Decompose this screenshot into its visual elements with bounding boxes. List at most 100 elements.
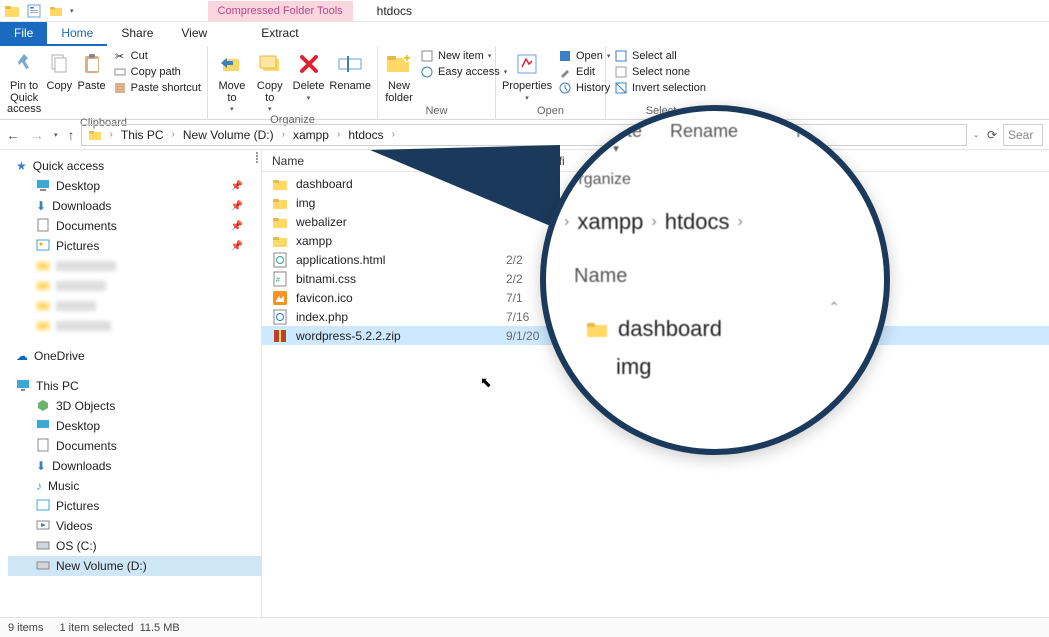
move-to-button[interactable]: Move to▾	[214, 49, 250, 113]
tab-home[interactable]: Home	[47, 22, 107, 46]
open-button[interactable]: Open ▾	[558, 49, 610, 63]
nav-onedrive[interactable]: ☁OneDrive	[8, 346, 261, 366]
star-icon: ★	[16, 159, 27, 173]
properties-button[interactable]: Properties▾	[502, 49, 552, 102]
pictures-icon	[36, 498, 50, 515]
nav-desktop[interactable]: Desktop	[8, 416, 261, 436]
navigation-pane[interactable]: ★ Quick access Desktop📌 ⬇Downloads📌 Docu…	[0, 150, 262, 617]
easy-access-button[interactable]: Easy access ▾	[420, 65, 507, 79]
nav-item-label: OS (C:)	[56, 539, 97, 553]
file-row[interactable]: applications.html2/2	[262, 250, 1049, 269]
file-name: index.php	[296, 310, 506, 324]
tab-view[interactable]: View	[167, 22, 221, 46]
cut-button[interactable]: ✂Cut	[113, 49, 201, 63]
new-folder-qat-icon[interactable]	[48, 3, 64, 19]
new-folder-button[interactable]: New folder	[384, 49, 414, 104]
file-row[interactable]: #bitnami.css2/2	[262, 269, 1049, 288]
file-date: 2/2	[506, 272, 626, 286]
tab-extract[interactable]: Extract	[247, 22, 312, 46]
music-icon: ♪	[36, 479, 42, 493]
nav-quick-access[interactable]: ★ Quick access	[8, 156, 261, 176]
tab-share[interactable]: Share	[107, 22, 167, 46]
breadcrumb-seg-1[interactable]: New Volume (D:)	[181, 128, 276, 142]
select-none-button[interactable]: Select none	[614, 65, 706, 79]
copy-button[interactable]: Copy	[44, 49, 74, 93]
file-date: 7/16	[506, 310, 626, 324]
nav-pinned-pictures[interactable]: Pictures📌	[8, 236, 261, 256]
nav-recent-4[interactable]	[8, 316, 261, 336]
nav-item-label: Videos	[56, 519, 92, 533]
ribbon-group-select: Select all Select none Invert selection …	[606, 46, 716, 119]
easy-access-icon	[420, 65, 434, 79]
paste-shortcut-button[interactable]: Paste shortcut	[113, 81, 201, 95]
file-row[interactable]: index.php7/16	[262, 307, 1049, 326]
nav-pinned-documents[interactable]: Documents📌	[8, 216, 261, 236]
zip-icon	[272, 328, 288, 344]
nav-recent-2[interactable]	[8, 276, 261, 296]
pin-icon	[9, 49, 39, 79]
paste-button[interactable]: Paste	[76, 49, 106, 93]
svg-text:#: #	[276, 277, 280, 284]
contextual-tab-label: Compressed Folder Tools	[208, 1, 353, 21]
title-bar: ▾ Compressed Folder Tools htdocs	[0, 0, 1049, 22]
select-all-label: Select all	[632, 50, 677, 62]
nav-music[interactable]: ♪Music	[8, 476, 261, 496]
nav-pinned-label: Pictures	[56, 239, 99, 253]
properties-qat-icon[interactable]	[26, 3, 42, 19]
nav-recent-1[interactable]	[8, 256, 261, 276]
nav-pinned-desktop[interactable]: Desktop📌	[8, 176, 261, 196]
cut-icon: ✂	[113, 49, 127, 63]
new-small-buttons: New item ▾ Easy access ▾	[416, 49, 507, 79]
search-input[interactable]: Sear	[1003, 124, 1043, 146]
breadcrumb-seg-2[interactable]: xampp	[291, 128, 331, 142]
copy-to-icon	[255, 49, 285, 79]
nav-recent-dropdown[interactable]: ▾	[54, 131, 58, 139]
invert-selection-icon	[614, 81, 628, 95]
breadcrumb-seg-0[interactable]: This PC	[119, 128, 166, 142]
nav-os-c[interactable]: OS (C:)	[8, 536, 261, 556]
edit-button[interactable]: Edit	[558, 65, 610, 79]
nav-pictures[interactable]: Pictures	[8, 496, 261, 516]
invert-selection-button[interactable]: Invert selection	[614, 81, 706, 95]
nav-downloads[interactable]: ⬇Downloads	[8, 456, 261, 476]
nav-item-label: Documents	[56, 439, 117, 453]
folder-icon	[36, 258, 50, 275]
nav-documents[interactable]: Documents	[8, 436, 261, 456]
history-button[interactable]: History	[558, 81, 610, 95]
new-item-button[interactable]: New item ▾	[420, 49, 507, 63]
tab-file[interactable]: File	[0, 22, 47, 46]
edit-label: Edit	[576, 66, 595, 78]
copy-to-button[interactable]: Copy to▾	[252, 49, 288, 113]
breadcrumb-root-icon[interactable]	[86, 128, 104, 142]
nav-3d-objects[interactable]: 3D Objects	[8, 396, 261, 416]
qat-customize-dropdown[interactable]: ▾	[70, 7, 74, 15]
php-icon	[272, 309, 288, 325]
properties-label: Properties	[502, 81, 552, 93]
quick-access-toolbar: ▾	[0, 3, 78, 19]
refresh-button[interactable]: ⟳	[987, 128, 997, 142]
copy-path-button[interactable]: Copy path	[113, 65, 201, 79]
pin-to-quick-access-button[interactable]: Pin to Quick access	[6, 49, 42, 116]
file-name: favicon.ico	[296, 291, 506, 305]
rename-button[interactable]: Rename	[329, 49, 371, 93]
address-history-dropdown[interactable]: ⌄	[973, 131, 979, 139]
edit-icon	[558, 65, 572, 79]
nav-up-button[interactable]: ↑	[68, 127, 75, 143]
downloads-icon: ⬇	[36, 459, 46, 473]
delete-button[interactable]: Delete▾	[290, 49, 328, 102]
paste-shortcut-icon	[113, 81, 127, 95]
rename-label: Rename	[329, 81, 371, 93]
file-row[interactable]: wordpress-5.2.2.zip9/1/20	[262, 326, 1049, 345]
select-small-buttons: Select all Select none Invert selection	[612, 49, 706, 95]
nav-videos[interactable]: Videos	[8, 516, 261, 536]
file-row[interactable]: favicon.ico7/1	[262, 288, 1049, 307]
history-icon	[558, 81, 572, 95]
nav-new-volume-d[interactable]: New Volume (D:)	[8, 556, 261, 576]
nav-pinned-downloads[interactable]: ⬇Downloads📌	[8, 196, 261, 216]
nav-back-button[interactable]: ←	[6, 127, 20, 143]
nav-this-pc[interactable]: This PC	[8, 376, 261, 396]
nav-recent-3[interactable]	[8, 296, 261, 316]
nav-forward-button[interactable]: →	[30, 127, 44, 143]
breadcrumb-sep[interactable]: ›	[106, 129, 117, 140]
select-all-button[interactable]: Select all	[614, 49, 706, 63]
